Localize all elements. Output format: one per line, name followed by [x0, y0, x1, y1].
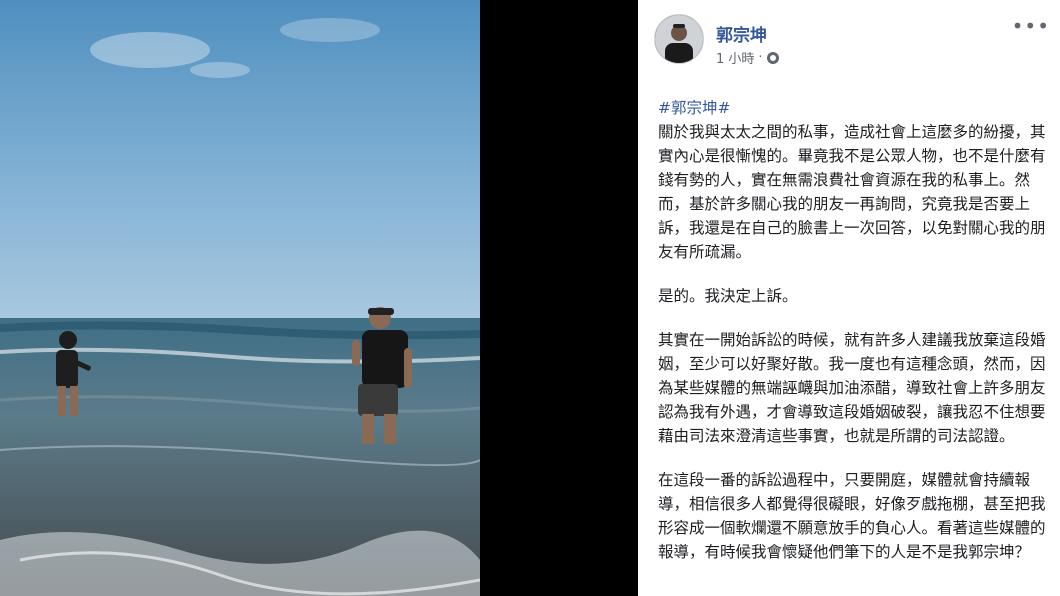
post-meta: 1 小時 · [716, 48, 779, 67]
avatar[interactable] [654, 14, 704, 64]
globe-icon [766, 51, 779, 64]
post-paragraph-3: 其實在一開始訴訟的時候，就有許多人建議我放棄這段婚姻，至少可以好聚好散。我一度也… [658, 331, 1046, 445]
post-photo[interactable] [0, 0, 480, 596]
hashtag-link[interactable]: #郭宗坤# [658, 96, 1054, 120]
meta-separator: · [758, 50, 763, 65]
author-name[interactable]: 郭宗坤 [716, 21, 767, 46]
post-panel: 郭宗坤 1 小時 · ••• #郭宗坤# 關於我與太太之間的私事，造成社會上這麼… [638, 0, 1060, 596]
post-paragraph-1: 關於我與太太之間的私事，造成社會上這麼多的紛擾，其實內心是很慚愧的。畢竟我不是公… [658, 123, 1046, 261]
photo-letterbox [480, 0, 638, 596]
post-paragraph-4: 在這段一番的訴訟過程中，只要開庭，媒體就會持續報導，相信很多人都覺得很礙眼，好像… [658, 471, 1046, 561]
post-body: #郭宗坤# 關於我與太太之間的私事，造成社會上這麼多的紛擾，其實內心是很慚愧的。… [658, 96, 1054, 584]
post-time[interactable]: 1 小時 [716, 48, 754, 67]
post-paragraph-2: 是的。我決定上訴。 [658, 287, 798, 305]
more-options-icon[interactable]: ••• [1012, 14, 1050, 38]
